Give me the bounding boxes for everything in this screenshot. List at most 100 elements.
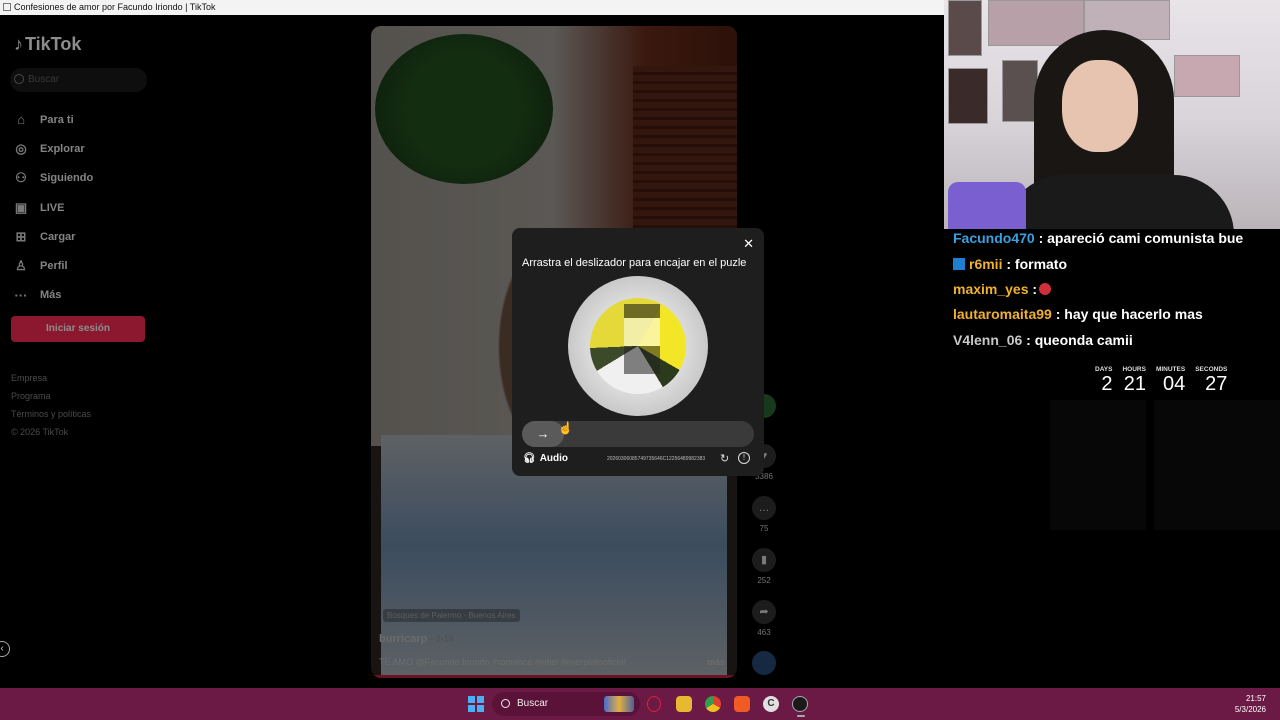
- video-author[interactable]: burricarp · 2-15: [379, 633, 454, 645]
- footer-link-empresa[interactable]: Empresa: [11, 369, 91, 387]
- chat-text: : formato: [1002, 256, 1068, 272]
- save-count: 252: [757, 576, 771, 585]
- countdown-seconds: SECONDS 27: [1195, 366, 1228, 395]
- captcha-id: 20260306085749735646C12256489982383: [607, 456, 706, 462]
- more-icon: ···: [14, 287, 28, 303]
- share-count: 463: [757, 628, 771, 637]
- following-icon: ⚇: [15, 170, 27, 186]
- chat-message: V4lenn_06 : queonda camii: [953, 332, 1133, 348]
- countdown-timer: DAYS 2 HOURS 21 MINUTES 04 SECONDS 27: [1095, 366, 1227, 395]
- countdown-hours: HOURS 21: [1122, 366, 1146, 395]
- compass-icon: ◎: [15, 140, 27, 156]
- chat-message: lautaromaita99 : hay que hacerlo mas: [953, 306, 1203, 322]
- chat-username: Facundo470: [953, 230, 1035, 246]
- taskbar-search[interactable]: Buscar: [492, 692, 640, 716]
- close-icon[interactable]: ✕: [743, 236, 754, 252]
- chat-text: : hay que hacerlo mas: [1051, 306, 1203, 322]
- video-author-name[interactable]: burricarp: [379, 633, 427, 645]
- sidebar-item-cargar[interactable]: ⊞ Cargar: [12, 222, 93, 251]
- search-icon: [501, 699, 510, 708]
- search-highlight-image: [604, 696, 634, 712]
- share-action[interactable]: ➦ 463: [749, 600, 779, 637]
- captcha-puzzle-image: [568, 276, 708, 416]
- chat-overlay: Facundo470 : apareció cami comunista bue…: [944, 229, 1280, 353]
- chat-text: :: [1028, 281, 1038, 297]
- sidebar-item-perfil[interactable]: ♙ Perfil: [12, 251, 93, 280]
- file-explorer-icon[interactable]: [676, 696, 692, 712]
- video-location[interactable]: Bosques de Palermo · Buenos Aires: [383, 609, 520, 622]
- chat-username: lautaromaita99: [953, 306, 1052, 322]
- chat-text: : apareció cami comunista bue: [1034, 230, 1244, 246]
- chat-message: Facundo470 : apareció cami comunista bue: [953, 230, 1243, 246]
- comment-action[interactable]: … 75: [749, 496, 779, 533]
- countdown-minutes: MINUTES 04: [1155, 366, 1186, 395]
- hand-cursor-icon: ☝: [558, 421, 573, 435]
- page-icon: [3, 3, 11, 11]
- captcha-modal: ✕ Arrastra el deslizador para encajar en…: [512, 228, 764, 476]
- prime-badge-icon: [953, 258, 965, 270]
- wall-poster: [948, 68, 988, 124]
- wall-poster: [948, 0, 982, 56]
- video-poster: [375, 34, 553, 184]
- opera-icon[interactable]: [647, 696, 661, 712]
- clock-time: 21:57: [1245, 694, 1266, 703]
- clock-date: 5/3/2026: [1234, 705, 1266, 714]
- tiktok-note-icon: ♪: [14, 34, 23, 54]
- refresh-icon[interactable]: ↻: [720, 452, 729, 465]
- share-icon[interactable]: ➦: [752, 600, 776, 624]
- info-icon[interactable]: !: [738, 452, 750, 464]
- music-disc[interactable]: [749, 651, 779, 679]
- sidebar-item-para-ti[interactable]: ⌂ Para ti: [12, 105, 93, 134]
- video-more-button[interactable]: más: [707, 657, 725, 667]
- streamer-shirt: [1004, 175, 1234, 237]
- window-titlebar: Confesiones de amor por Facundo Iriondo …: [0, 0, 944, 15]
- login-button[interactable]: Iniciar sesión: [11, 316, 145, 342]
- headphones-icon: 🎧︎: [523, 453, 536, 464]
- footer-link-programa[interactable]: Programa: [11, 387, 91, 405]
- chat-text: : queonda camii: [1022, 332, 1133, 348]
- brave-icon[interactable]: [734, 696, 750, 712]
- overlay-panel: [1154, 400, 1280, 530]
- obs-icon[interactable]: [792, 696, 808, 717]
- video-progress-bar[interactable]: [371, 675, 737, 678]
- footer-link-terminos[interactable]: Términos y políticas: [11, 405, 91, 423]
- system-clock[interactable]: 21:57 5/3/2026: [1235, 693, 1266, 715]
- tiktok-app: ♪ TikTok Buscar ⌂ Para ti ◎ Explorar ⚇ S…: [0, 15, 944, 688]
- profile-icon: ♙: [15, 258, 27, 274]
- chat-username: maxim_yes: [953, 281, 1029, 297]
- arrow-right-icon: →: [536, 426, 550, 441]
- video-description: TE AMO @Facundo Iriondo #romance #infiel…: [379, 657, 626, 667]
- save-action[interactable]: ▮ 252: [749, 548, 779, 585]
- comment-count: 75: [759, 524, 769, 533]
- sidebar-item-live[interactable]: ▣ LIVE: [12, 193, 93, 222]
- chat-username: r6mii: [969, 256, 1003, 272]
- bookmark-icon[interactable]: ▮: [752, 548, 776, 572]
- webcam-overlay: [944, 0, 1280, 237]
- audio-button[interactable]: 🎧︎ Audio: [523, 453, 568, 464]
- search-input[interactable]: Buscar: [10, 68, 147, 92]
- search-icon: [14, 74, 24, 84]
- home-icon: ⌂: [17, 112, 25, 128]
- chat-message: r6mii : formato: [953, 256, 1067, 272]
- taskbar: Buscar C 21:57 5/3/2026: [0, 688, 1280, 720]
- streamer-face: [1062, 60, 1138, 152]
- comment-icon[interactable]: …: [752, 496, 776, 520]
- sidebar-item-explorar[interactable]: ◎ Explorar: [12, 134, 93, 163]
- wall-poster: [1002, 60, 1038, 122]
- captcha-slider[interactable]: → ☝: [522, 421, 754, 447]
- music-disc-icon[interactable]: [752, 651, 776, 675]
- sidebar: ♪ TikTok Buscar ⌂ Para ti ◎ Explorar ⚇ S…: [0, 15, 160, 688]
- upload-icon: ⊞: [15, 228, 27, 244]
- countdown-days: DAYS 2: [1095, 366, 1113, 395]
- live-icon: ▣: [14, 199, 28, 215]
- footer-copyright: © 2026 TikTok: [11, 427, 69, 437]
- sidebar-item-mas[interactable]: ··· Más: [12, 281, 93, 310]
- overlay-panels: [1050, 400, 1280, 530]
- window-title: Confesiones de amor por Facundo Iriondo …: [14, 2, 216, 12]
- captcha-puzzle-figure: [624, 304, 660, 374]
- ccleaner-icon[interactable]: C: [763, 696, 779, 712]
- chrome-icon[interactable]: [705, 696, 721, 712]
- tiktok-logo[interactable]: ♪ TikTok: [14, 34, 81, 55]
- windows-start-icon[interactable]: [468, 696, 484, 712]
- sidebar-item-siguiendo[interactable]: ⚇ Siguiendo: [12, 164, 93, 193]
